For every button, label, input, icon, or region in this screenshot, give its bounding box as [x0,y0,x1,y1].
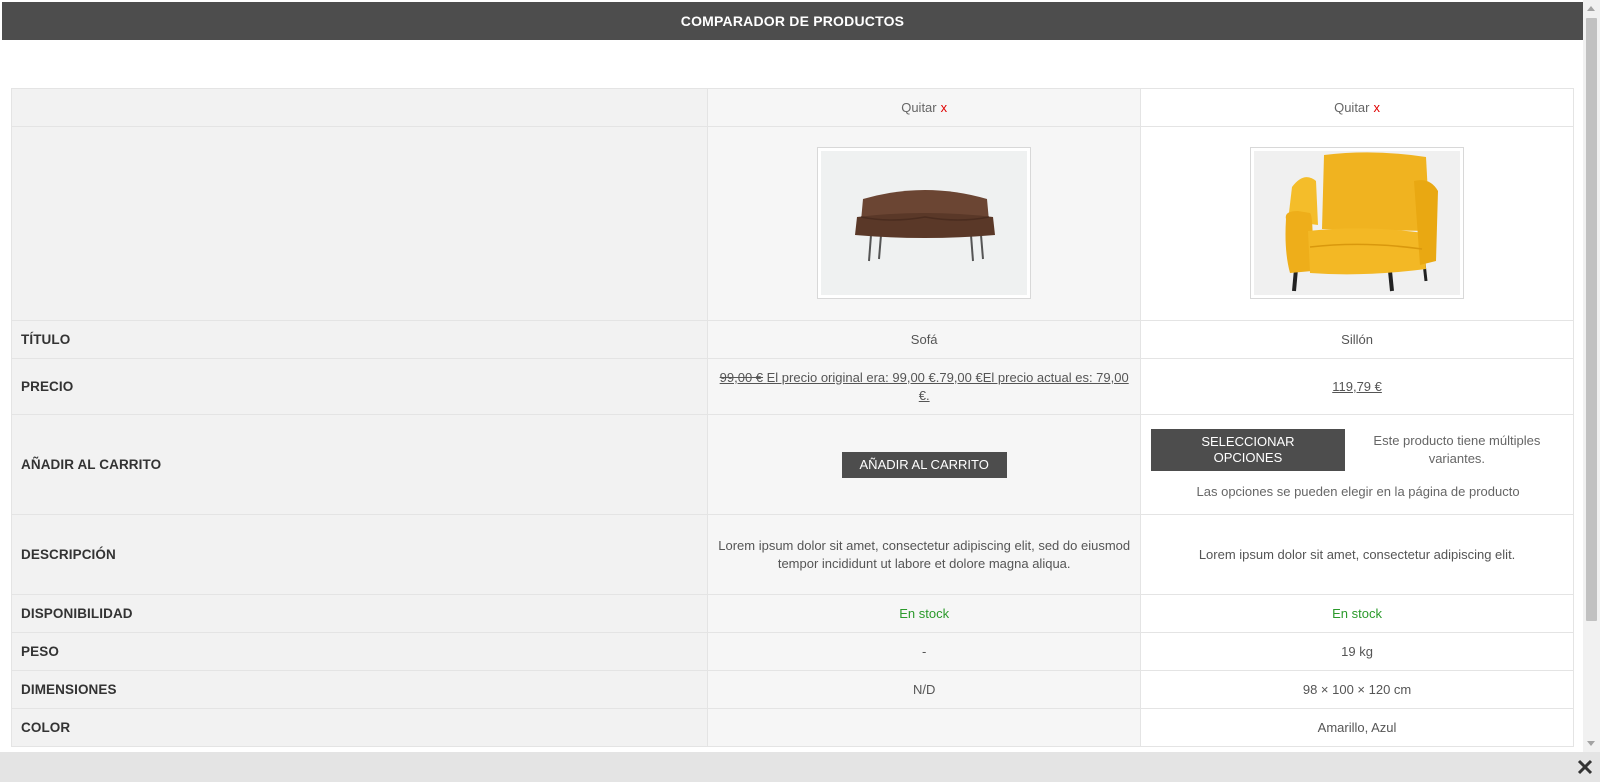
scroll-up-icon[interactable] [1587,6,1595,11]
product-2-description: Lorem ipsum dolor sit amet, consectetur … [1140,514,1574,595]
image-cell-1 [707,126,1142,321]
remove-product-1-link[interactable]: Quitar x [901,100,947,115]
remove-label: Quitar [1334,99,1370,115]
remove-label: Quitar [901,99,937,115]
weight-row: PESO - 19 kg [11,632,1574,671]
modal-footer [0,752,1600,782]
empty-label-cell [11,88,709,127]
product-1-color [707,708,1142,747]
remove-x-icon: x [940,99,948,115]
product-1-weight: - [707,632,1142,671]
price-row: PRECIO 99,00 € El precio original era: 9… [11,358,1574,415]
add-to-cart-row: AÑADIR AL CARRITO AÑADIR AL CARRITO SELE… [11,414,1574,515]
variants-note-2: Las opciones se pueden elegir en la pági… [1196,483,1520,499]
product-1-dimensions: N/D [707,670,1142,709]
product-2-weight: 19 kg [1140,632,1574,671]
dimensions-row: DIMENSIONES N/D 98 × 100 × 120 cm [11,670,1574,709]
remove-x-icon: x [1373,99,1381,115]
comparator-header: COMPARADOR DE PRODUCTOS [2,2,1583,40]
product-1-image[interactable] [817,147,1032,299]
title-row: TÍTULO Sofá Sillón [11,320,1574,359]
availability-row: DISPONIBILIDAD En stock En stock [11,594,1574,633]
product-2-price: 119,79 € [1332,378,1382,394]
vertical-scrollbar[interactable] [1583,0,1600,752]
product-1-cart-cell: AÑADIR AL CARRITO [707,414,1142,515]
add-to-cart-button[interactable]: AÑADIR AL CARRITO [841,451,1007,478]
product-1-price-cell: 99,00 € El precio original era: 99,00 €.… [707,358,1142,415]
old-price: 99,00 € [719,369,764,385]
title-label: TÍTULO [11,320,709,359]
availability-label: DISPONIBILIDAD [11,594,709,633]
product-2-cart-cell: SELECCIONAR OPCIONES Este producto tiene… [1140,414,1574,515]
scroll-down-icon[interactable] [1587,741,1595,746]
weight-label: PESO [11,632,709,671]
price-label: PRECIO [11,358,709,415]
remove-product-2-link[interactable]: Quitar x [1334,100,1380,115]
empty-label-cell [11,126,709,321]
select-options-button[interactable]: SELECCIONAR OPCIONES [1151,428,1345,471]
yellow-armchair-icon [1285,152,1439,292]
remove-cell-1: Quitar x [707,88,1142,127]
select-options-row: SELECCIONAR OPCIONES Este producto tiene… [1151,428,1565,471]
color-row: COLOR Amarillo, Azul [11,708,1574,747]
description-label: DESCRIPCIÓN [11,514,709,595]
product-1-availability: En stock [707,594,1142,633]
product-1-description: Lorem ipsum dolor sit amet, consectetur … [707,514,1142,595]
product-2-color: Amarillo, Azul [1140,708,1574,747]
product-1-price: 99,00 € El precio original era: 99,00 €.… [720,370,1129,403]
product-2-title: Sillón [1140,320,1574,359]
variants-note: Este producto tiene múltiples variantes. [1373,432,1541,466]
remove-cell-2: Quitar x [1140,88,1574,127]
product-1-title: Sofá [707,320,1142,359]
product-2-dimensions: 98 × 100 × 120 cm [1140,670,1574,709]
description-row: DESCRIPCIÓN Lorem ipsum dolor sit amet, … [11,514,1574,595]
add-to-cart-label: AÑADIR AL CARRITO [11,414,709,515]
product-2-availability: En stock [1140,594,1574,633]
price-text: El precio original era: 99,00 €.79,00 €E… [766,369,1129,403]
product-2-image[interactable] [1250,147,1465,299]
comparator-title: COMPARADOR DE PRODUCTOS [680,13,905,29]
product-2-price-cell: 119,79 € [1140,358,1574,415]
image-cell-2 [1140,126,1574,321]
remove-row: Quitar x Quitar x [11,88,1574,127]
close-icon[interactable] [1576,758,1594,776]
scroll-thumb[interactable] [1586,18,1597,621]
image-row [11,126,1574,321]
sofa-image [821,151,1028,295]
dimensions-label: DIMENSIONES [11,670,709,709]
brown-sofa-icon [855,190,996,262]
color-label: COLOR [11,708,709,747]
comparison-table-wrapper: Quitar x Quitar x TÍTULO Sofá Sillón PRE… [11,88,1574,750]
armchair-image [1254,151,1461,295]
comparison-table: Quitar x Quitar x TÍTULO Sofá Sillón PRE… [11,88,1574,747]
